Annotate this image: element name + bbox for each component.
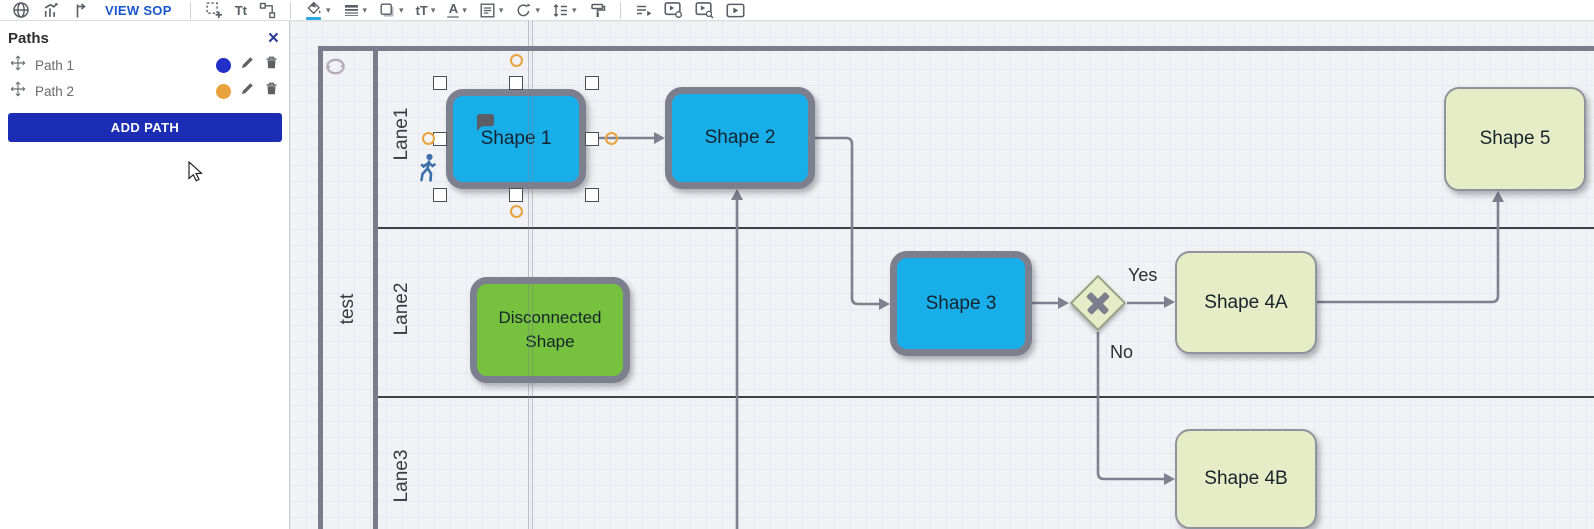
shape3-node[interactable]: Shape 3: [890, 251, 1032, 356]
comment-bubble-icon[interactable]: [475, 113, 496, 138]
paths-panel-header: Paths ×: [0, 21, 289, 52]
edge-shape2-shape3[interactable]: [815, 138, 879, 304]
chevron-down-icon[interactable]: ▾: [535, 6, 540, 15]
path-row: Path 1: [0, 52, 289, 78]
toolbar: VIEW SOP Tt ▾ ▾ ▾ tT▾ A ▾ ▾ ▾ ▾: [0, 0, 1594, 21]
font-size-button[interactable]: tT▾: [416, 4, 436, 17]
delete-trash-icon[interactable]: [264, 81, 279, 101]
paths-panel: Paths × Path 1 Path 2 ADD PATH: [0, 21, 290, 529]
chevron-down-icon[interactable]: ▾: [499, 6, 504, 15]
chevron-down-icon[interactable]: ▾: [572, 6, 577, 15]
diagram-canvas[interactable]: test Lane1 Lane2 Lane3 Shape 1 Shape 2: [290, 21, 1594, 529]
resize-handle-e[interactable]: [585, 132, 599, 146]
path-row: Path 2: [0, 78, 289, 104]
fill-color-swatch: [306, 17, 321, 20]
text-tool-icon[interactable]: Tt: [235, 4, 247, 17]
page-guide-line: [532, 21, 533, 529]
move-handle-icon[interactable]: [10, 55, 26, 76]
shape-label: Shape 4B: [1204, 468, 1287, 490]
run-settings-icon[interactable]: [664, 1, 683, 19]
shape-label: Shape 4A: [1204, 292, 1287, 314]
view-sop-link[interactable]: VIEW SOP: [105, 3, 172, 18]
paths-panel-title: Paths: [8, 30, 49, 47]
close-icon[interactable]: ×: [268, 32, 279, 46]
connection-port-bottom[interactable]: [510, 205, 523, 218]
resize-handle-w[interactable]: [433, 132, 447, 146]
add-path-button[interactable]: ADD PATH: [8, 113, 282, 142]
move-handle-icon[interactable]: [10, 81, 26, 102]
shape-label: Shape 3: [926, 293, 997, 315]
globe-icon[interactable]: [12, 1, 30, 19]
path-color-swatch[interactable]: [216, 58, 231, 73]
connection-port-right[interactable]: [605, 132, 618, 145]
page-guide-line: [528, 21, 529, 529]
chevron-down-icon[interactable]: ▾: [399, 6, 404, 15]
line-spacing-button[interactable]: ▾: [552, 2, 577, 19]
path-color-swatch[interactable]: [216, 84, 231, 99]
connection-port-left[interactable]: [422, 132, 435, 145]
resize-handle-nw[interactable]: [433, 76, 447, 90]
shape-label: Disconnected Shape: [477, 306, 623, 354]
font-color-letter: A: [449, 2, 458, 15]
chevron-down-icon[interactable]: ▾: [462, 6, 467, 15]
milestone-flag-icon[interactable]: [72, 2, 89, 19]
edit-pencil-icon[interactable]: [240, 81, 255, 101]
format-painter-icon[interactable]: [589, 2, 606, 19]
shape1-node[interactable]: Shape 1: [446, 89, 586, 189]
paint-bucket-icon: [305, 1, 323, 16]
resize-handle-s[interactable]: [509, 188, 523, 202]
shape5-node[interactable]: Shape 5: [1444, 87, 1586, 191]
resize-handle-sw[interactable]: [433, 188, 447, 202]
connection-port-top[interactable]: [510, 54, 523, 67]
shape2-node[interactable]: Shape 2: [665, 87, 815, 189]
chevron-down-icon[interactable]: ▾: [431, 6, 436, 15]
resize-handle-se[interactable]: [585, 188, 599, 202]
shape-label: Shape 5: [1480, 128, 1551, 150]
edge-label-yes[interactable]: Yes: [1128, 265, 1157, 286]
toolbar-divider: [620, 2, 621, 19]
run-search-icon[interactable]: [695, 1, 714, 19]
chart-icon[interactable]: [42, 1, 60, 19]
shape-label: Shape 2: [705, 127, 776, 149]
edit-pencil-icon[interactable]: [240, 55, 255, 75]
run-play-icon[interactable]: [726, 2, 745, 19]
resize-handle-ne[interactable]: [585, 76, 599, 90]
multi-select-icon[interactable]: [205, 1, 223, 19]
shape-style-button[interactable]: ▾: [379, 2, 404, 19]
toolbar-divider: [190, 2, 191, 19]
shape4b-node[interactable]: Shape 4B: [1175, 429, 1317, 529]
run-list-icon[interactable]: [635, 2, 652, 19]
edge-shape4a-shape5[interactable]: [1317, 202, 1498, 302]
disconnected-shape-node[interactable]: Disconnected Shape: [470, 277, 630, 383]
font-color-swatch: [447, 16, 459, 19]
chevron-down-icon[interactable]: ▾: [363, 6, 368, 15]
chevron-down-icon[interactable]: ▾: [326, 6, 331, 15]
font-color-button[interactable]: A ▾: [447, 2, 467, 19]
toolbar-divider: [290, 2, 291, 19]
path-label: Path 2: [35, 84, 207, 99]
walking-person-icon[interactable]: [418, 153, 438, 188]
resize-handle-n[interactable]: [509, 76, 523, 90]
text-align-button[interactable]: ▾: [479, 2, 504, 19]
fill-color-button[interactable]: ▾: [305, 1, 331, 20]
connector-tool-icon[interactable]: [259, 2, 276, 19]
delete-trash-icon[interactable]: [264, 55, 279, 75]
shape4a-node[interactable]: Shape 4A: [1175, 251, 1317, 354]
path-label: Path 1: [35, 58, 207, 73]
line-width-button[interactable]: ▾: [343, 2, 368, 19]
edge-label-no[interactable]: No: [1110, 342, 1133, 363]
rotate-button[interactable]: ▾: [515, 2, 540, 19]
